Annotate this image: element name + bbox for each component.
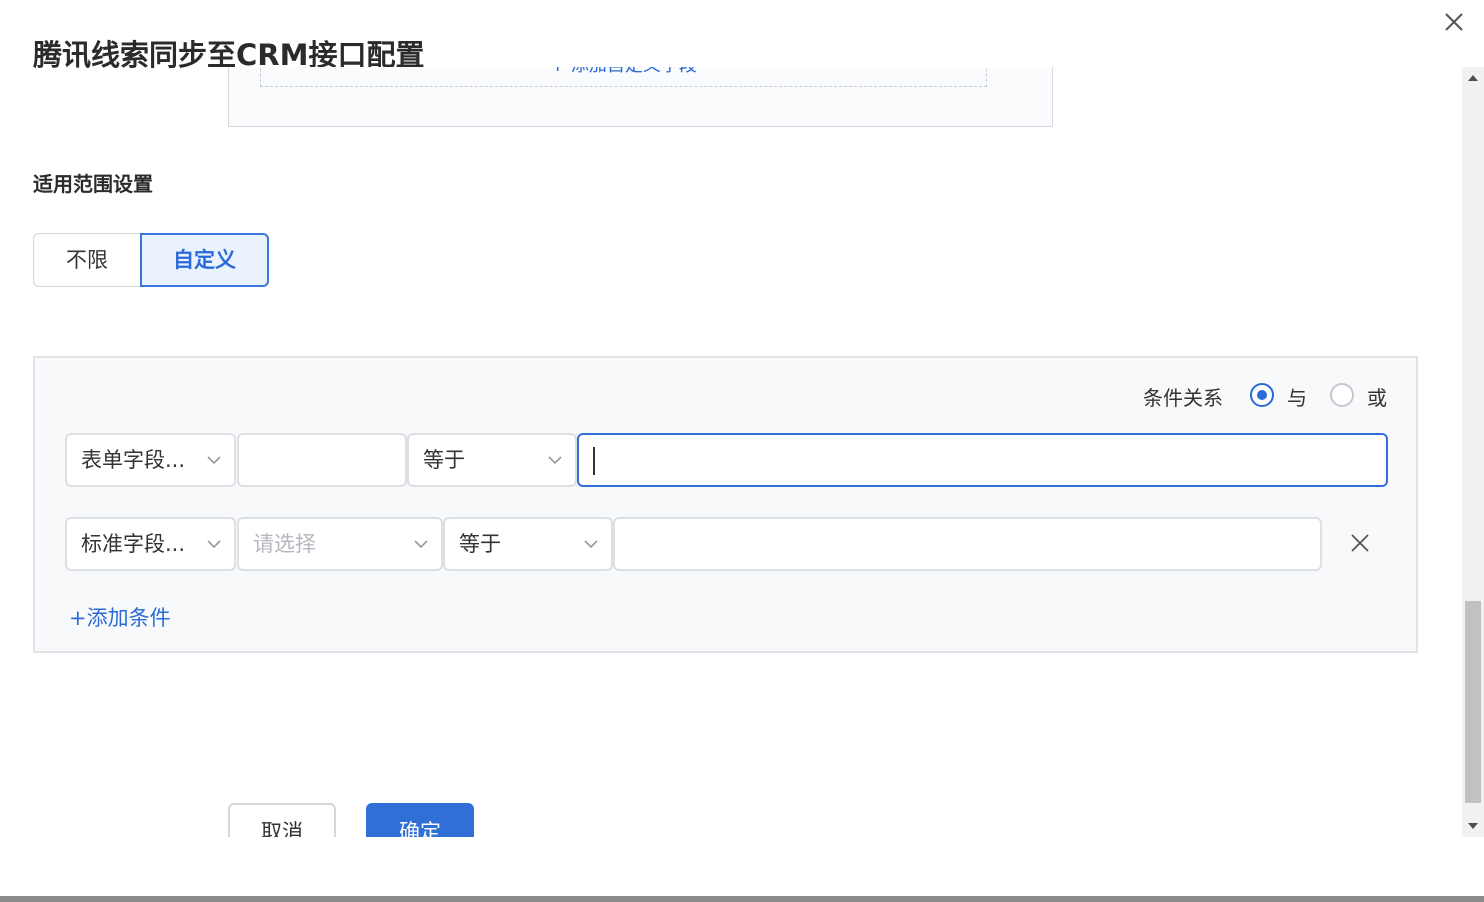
relation-radio-and[interactable] — [1250, 383, 1274, 407]
close-icon[interactable] — [1440, 8, 1468, 36]
add-custom-field-button[interactable]: + 添加自定义字段 — [260, 67, 987, 87]
scope-option-custom[interactable]: 自定义 — [140, 233, 269, 287]
condition-1-field-input[interactable] — [237, 433, 407, 487]
condition-1-field-type-select[interactable]: 表单字段... — [65, 433, 236, 487]
condition-2-field-placeholder: 请选择 — [253, 532, 316, 556]
scroll-down-arrow-icon[interactable] — [1462, 815, 1484, 837]
custom-field-box: + 添加自定义字段 — [228, 67, 1053, 127]
scroll-up-arrow-icon[interactable] — [1462, 67, 1484, 89]
condition-2-value-input[interactable] — [613, 517, 1322, 571]
delete-condition-icon[interactable] — [1349, 532, 1371, 554]
scrollbar-thumb[interactable] — [1465, 601, 1481, 803]
condition-2-field-type-select[interactable]: 标准字段... — [65, 517, 236, 571]
chevron-down-icon — [207, 540, 221, 549]
condition-1-operator-value: 等于 — [423, 448, 465, 472]
condition-2-operator-value: 等于 — [459, 532, 501, 556]
condition-1-field-type-value: 表单字段... — [81, 448, 186, 472]
scope-option-unlimited[interactable]: 不限 — [33, 233, 141, 287]
cancel-button[interactable]: 取消 — [228, 803, 336, 837]
condition-1-value-input[interactable] — [577, 433, 1388, 487]
condition-1-operator-select[interactable]: 等于 — [407, 433, 577, 487]
text-caret — [593, 447, 595, 475]
vertical-scrollbar[interactable] — [1462, 67, 1484, 837]
condition-2-field-type-value: 标准字段... — [81, 532, 186, 556]
ok-button[interactable]: 确定 — [366, 803, 474, 837]
relation-or-label[interactable]: 或 — [1367, 382, 1387, 411]
dialog-body[interactable]: + 添加自定义字段 适用范围设置 不限 自定义 条件关系 与 或 表单字段...… — [0, 67, 1462, 837]
relation-and-label[interactable]: 与 — [1287, 382, 1307, 411]
condition-2-operator-select[interactable]: 等于 — [443, 517, 613, 571]
scope-section-title: 适用范围设置 — [33, 172, 153, 196]
condition-relation-label: 条件关系 — [1143, 386, 1223, 410]
condition-2-field-select[interactable]: 请选择 — [237, 517, 443, 571]
window-bottom-edge — [0, 896, 1484, 902]
condition-panel: 条件关系 与 或 表单字段... 等于 标准字段... 请选择 等于 +添加条件 — [33, 356, 1418, 653]
chevron-down-icon — [548, 456, 562, 465]
add-condition-button[interactable]: +添加条件 — [69, 602, 171, 632]
chevron-down-icon — [414, 540, 428, 549]
chevron-down-icon — [584, 540, 598, 549]
chevron-down-icon — [207, 456, 221, 465]
relation-radio-or[interactable] — [1330, 383, 1354, 407]
